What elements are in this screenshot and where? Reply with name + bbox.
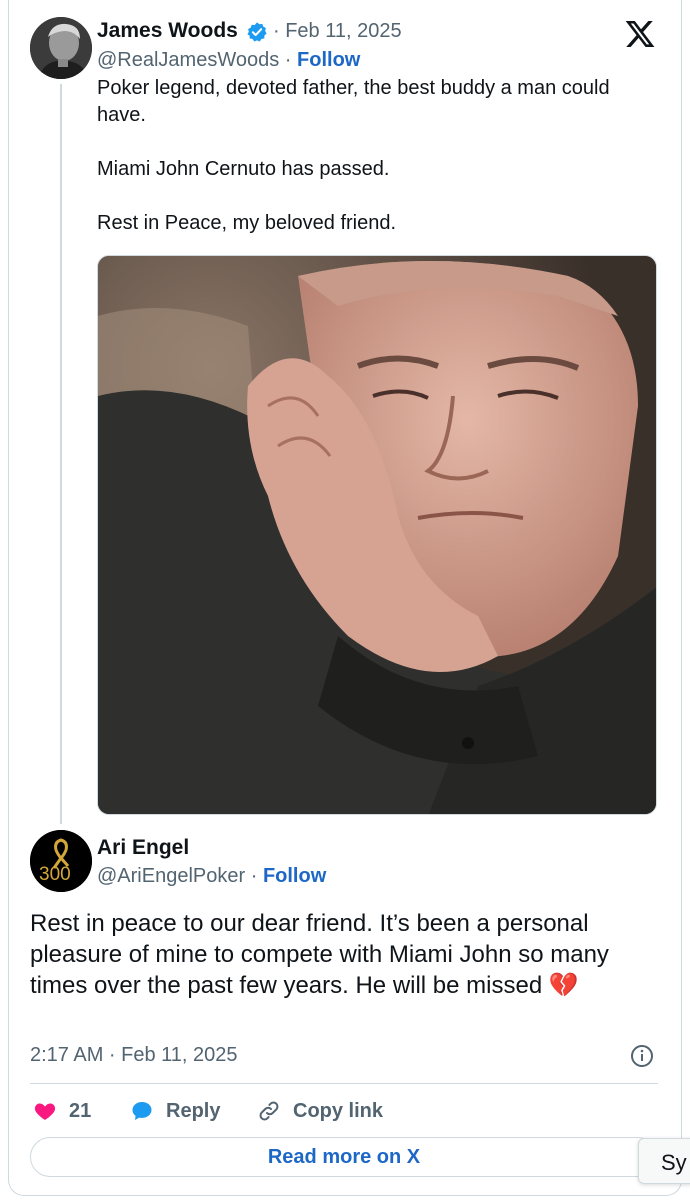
- reply-bubble-icon: [132, 1102, 152, 1120]
- reply-text-body: Rest in peace to our dear friend. It’s b…: [30, 910, 609, 999]
- author-handle[interactable]: @RealJamesWoods: [97, 49, 279, 71]
- broken-heart-emoji: 💔: [548, 972, 579, 999]
- read-more-on-x-button[interactable]: Read more on X: [30, 1137, 658, 1177]
- tweet-photo[interactable]: [97, 255, 657, 815]
- separator-dot: ·: [245, 865, 263, 887]
- follow-button[interactable]: Follow: [297, 49, 360, 71]
- author-name[interactable]: James Woods: [97, 19, 238, 43]
- reply-handle-row: @AriEngelPoker · Follow: [97, 865, 326, 888]
- author-avatar[interactable]: [30, 17, 92, 79]
- separator-dot: ·: [279, 49, 298, 71]
- copy-link-button[interactable]: Copy link: [257, 1097, 383, 1125]
- thread-connector-line: [60, 84, 62, 824]
- tweet-text: Poker legend, devoted father, the best b…: [97, 77, 610, 234]
- x-logo-icon[interactable]: [624, 18, 656, 50]
- like-button[interactable]: 21: [33, 1097, 91, 1125]
- copy-link-label: Copy link: [293, 1099, 384, 1122]
- avatar-badge-number: 300: [39, 864, 71, 885]
- photo-portrait-image: [98, 256, 656, 814]
- reply-label: Reply: [166, 1099, 221, 1122]
- link-icon: [259, 1101, 279, 1121]
- side-tab[interactable]: Sy: [638, 1138, 690, 1184]
- verified-badge-icon: [247, 22, 267, 42]
- like-count: 21: [69, 1099, 92, 1122]
- reply-author-handle[interactable]: @AriEngelPoker: [97, 865, 245, 887]
- reply-author-name[interactable]: Ari Engel: [97, 836, 189, 860]
- reply-tweet-text: Rest in peace to our dear friend. It’s b…: [30, 908, 660, 1001]
- action-divider: [30, 1083, 658, 1084]
- author-handle-row: @RealJamesWoods · Follow: [97, 49, 360, 72]
- reply-button[interactable]: Reply: [130, 1097, 220, 1125]
- reply-follow-button[interactable]: Follow: [263, 865, 326, 887]
- reply-timestamp[interactable]: 2:17 AM · Feb 11, 2025: [30, 1044, 238, 1067]
- info-icon[interactable]: [630, 1044, 654, 1068]
- reply-author-avatar[interactable]: 300: [30, 830, 92, 892]
- heart-icon: [34, 1103, 56, 1120]
- tweet-date[interactable]: · Feb 11, 2025: [273, 20, 402, 43]
